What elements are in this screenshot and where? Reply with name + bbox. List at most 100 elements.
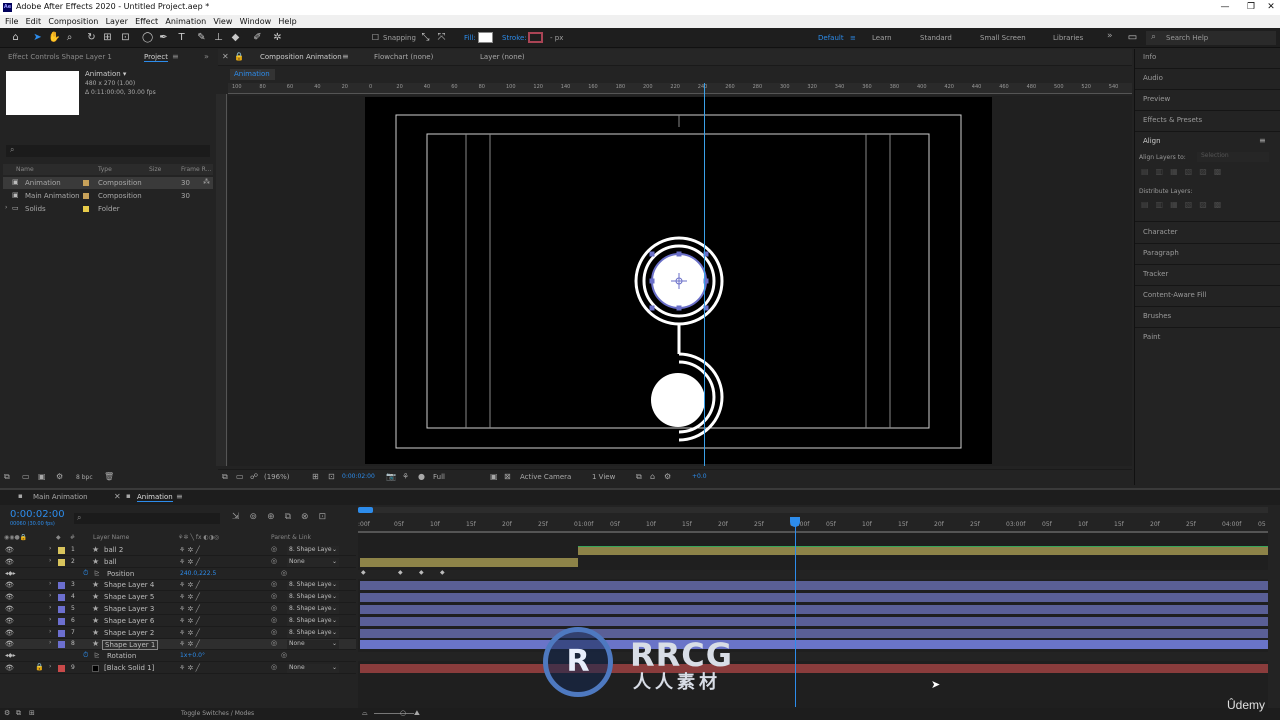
panel-brushes[interactable]: Brushes xyxy=(1143,312,1171,320)
search-help-input[interactable]: ⌕ Search Help xyxy=(1146,31,1276,45)
timeline-zoom-slider[interactable] xyxy=(374,713,414,714)
timeline-switch-buttons[interactable]: ⇲⊚⊕⧉⊗⊡ xyxy=(232,512,352,526)
label-color-swatch[interactable] xyxy=(58,558,65,566)
interpret-footage-icon[interactable]: ⧉ xyxy=(4,472,10,482)
align-buttons[interactable]: ▤▥▦▧▨▩ xyxy=(1141,167,1275,181)
project-comp-name[interactable]: Animation ▾ xyxy=(85,70,126,78)
chevron-right-icon[interactable]: › xyxy=(49,580,51,587)
eye-icon[interactable]: 👁 xyxy=(5,617,14,625)
label-color-swatch[interactable] xyxy=(58,606,65,613)
pickwhip-icon[interactable]: ◎ xyxy=(271,545,277,553)
stopwatch-icon[interactable]: ⏱ xyxy=(83,651,88,660)
current-time[interactable]: 0:00:02:00 xyxy=(342,473,375,480)
camera-tool-icon[interactable]: ⊞ xyxy=(102,32,113,43)
parent-dropdown[interactable]: 8. Shape Laye ⌄ xyxy=(287,581,339,591)
layer-duration-bar[interactable] xyxy=(360,557,578,567)
layer-name[interactable]: Shape Layer 6 xyxy=(104,617,154,625)
layer-duration-bar[interactable] xyxy=(578,546,1268,555)
layer-row[interactable]: 👁 🔒 › 9 [Black Solid 1] ⚘ ✲ ╱ ◎ None ⌄ xyxy=(0,663,356,674)
chevron-right-icon[interactable]: › xyxy=(49,639,51,646)
new-composition-icon[interactable]: ▣ xyxy=(38,472,46,481)
render-time-icon[interactable]: ⚙ xyxy=(4,709,10,717)
in-out-icon[interactable]: ⧉ xyxy=(16,709,21,718)
parent-dropdown[interactable]: 8. Shape Laye ⌄ xyxy=(287,616,339,626)
current-time-indicator[interactable] xyxy=(795,517,796,707)
panel-character[interactable]: Character xyxy=(1143,228,1178,236)
close-icon[interactable]: ✕ xyxy=(222,52,229,61)
toggle-switches-modes[interactable]: Toggle Switches / Modes xyxy=(181,710,254,717)
chevron-right-icon[interactable]: › xyxy=(49,663,51,670)
layer-duration-bar[interactable] xyxy=(360,605,1268,614)
stretch-icon[interactable]: ⊞ xyxy=(29,709,35,717)
eye-icon[interactable]: 👁 xyxy=(5,605,14,613)
layer-name[interactable]: Shape Layer 4 xyxy=(104,581,154,589)
property-value[interactable]: 240.0,222.5 xyxy=(180,570,216,577)
hand-tool-icon[interactable]: ✋ xyxy=(48,32,60,43)
align-to-dropdown[interactable]: Selection xyxy=(1197,152,1269,162)
parent-dropdown[interactable]: 8. Shape Laye ⌄ xyxy=(287,628,339,638)
timeline-search-input[interactable]: ⌕ xyxy=(74,513,220,524)
transparency-icon[interactable]: ⊡ xyxy=(328,472,335,481)
eye-icon[interactable]: 👁 xyxy=(5,546,14,554)
layer-name[interactable]: [Black Solid 1] xyxy=(104,664,154,672)
current-time-indicator-head[interactable] xyxy=(790,517,800,527)
chevron-right-icon[interactable]: › xyxy=(49,628,51,635)
keyframe-icon[interactable]: ◆ xyxy=(440,569,445,576)
property-row[interactable]: ◂◆▸ ⏱ ⊵ Position 240.0,222.5 ◎ xyxy=(0,569,356,580)
work-area-start-handle[interactable] xyxy=(358,507,373,513)
snapping-checkbox[interactable]: ☐ xyxy=(370,32,381,43)
pen-tool-icon[interactable]: ✒ xyxy=(158,32,169,43)
parent-dropdown[interactable]: None ⌄ xyxy=(287,640,339,650)
label-color-swatch[interactable] xyxy=(58,665,65,672)
zoom-tool-icon[interactable]: ⌕ xyxy=(64,32,75,43)
stroke-color-swatch[interactable] xyxy=(528,32,543,43)
zoom-out-icon[interactable]: ⌓ xyxy=(362,709,368,718)
layer-switches-icon[interactable]: ⚘ ✲ ╱ xyxy=(179,593,200,601)
chevron-right-icon[interactable]: › xyxy=(49,557,51,564)
rotate-tool-icon[interactable]: ↻ xyxy=(86,32,97,43)
workspace-standard[interactable]: Standard xyxy=(920,34,952,42)
resolution-dropdown[interactable]: Full xyxy=(433,473,445,481)
magnification-dropdown[interactable]: (196%) xyxy=(264,473,289,481)
menu-composition[interactable]: Composition xyxy=(48,17,98,26)
panel-tracker[interactable]: Tracker xyxy=(1143,270,1168,278)
column-size[interactable]: Size xyxy=(149,166,161,173)
eye-icon[interactable]: 👁 xyxy=(5,593,14,601)
selection-tool-icon[interactable]: ➤ xyxy=(32,32,43,43)
minimize-icon[interactable]: — xyxy=(1215,1,1235,13)
workspace-overflow-icon[interactable]: » xyxy=(1107,31,1113,41)
label-color-swatch[interactable] xyxy=(83,193,89,199)
graph-icon[interactable]: ⊵ xyxy=(94,569,100,577)
layer-row[interactable]: 👁 › 3 ★ Shape Layer 4 ⚘ ✲ ╱ ◎ 8. Shape Laye ⌄ xyxy=(0,580,356,592)
layer-switches-icon[interactable]: ⚘ ✲ ╱ xyxy=(179,629,200,637)
layer-duration-bar[interactable] xyxy=(360,616,1268,626)
label-color-swatch[interactable] xyxy=(58,594,65,602)
panel-menu-icon[interactable]: ≡ xyxy=(1259,136,1266,145)
pickwhip-icon[interactable]: ◎ xyxy=(281,569,287,577)
tab-layer[interactable]: Layer (none) xyxy=(480,53,525,61)
layer-duration-bar[interactable] xyxy=(360,581,1268,591)
tab-composition[interactable]: Composition Animation xyxy=(260,53,342,61)
lock-icon[interactable]: 🔒 xyxy=(35,663,44,671)
layer-name[interactable]: Shape Layer 2 xyxy=(104,629,154,637)
tab-animation[interactable]: Animation xyxy=(137,493,173,502)
property-row[interactable]: ◂◆▸ ⏱ ⊵ Rotation 1x+0.0° ◎ xyxy=(0,651,356,663)
tab-main-animation[interactable]: Main Animation xyxy=(33,493,88,501)
keyframe-icon[interactable]: ◆ xyxy=(361,569,366,576)
stroke-width-value[interactable]: - px xyxy=(550,34,563,42)
timeline-current-time[interactable]: 0:00:02:00 xyxy=(10,509,65,520)
chevron-right-icon[interactable]: › xyxy=(49,545,51,552)
layer-duration-bar[interactable] xyxy=(360,593,1268,603)
keyframe-navigator-icon[interactable]: ◂◆▸ xyxy=(5,570,16,577)
layer-row[interactable]: 👁 › 4 ★ Shape Layer 5 ⚘ ✲ ╱ ◎ 8. Shape Laye ⌄ xyxy=(0,592,356,604)
pickwhip-icon[interactable]: ◎ xyxy=(271,616,277,624)
pickwhip-icon[interactable]: ◎ xyxy=(271,639,277,647)
property-track[interactable] xyxy=(358,652,1268,662)
layer-row[interactable]: 👁 › 5 ★ Shape Layer 3 ⚘ ✲ ╱ ◎ 8. Shape Laye ⌄ xyxy=(0,604,356,615)
pickwhip-icon[interactable]: ◎ xyxy=(271,557,277,565)
column-layer-name[interactable]: Layer Name xyxy=(93,534,129,541)
menu-file[interactable]: File xyxy=(5,17,18,26)
project-settings-icon[interactable]: ⚙ xyxy=(56,472,63,481)
work-area-bar[interactable] xyxy=(358,507,1268,513)
workspace-learn[interactable]: Learn xyxy=(872,34,892,42)
